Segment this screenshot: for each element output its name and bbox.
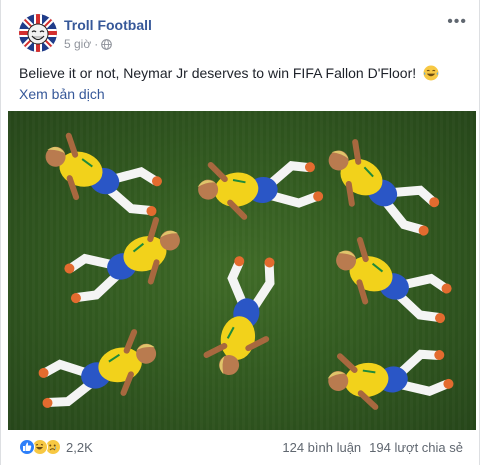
reactions-summary[interactable]: 2,2K: [19, 439, 93, 455]
post-message: Believe it or not, Neymar Jr deserves to…: [19, 65, 417, 81]
tears-of-joy-emoji-icon: [423, 65, 439, 81]
reaction-count: 2,2K: [66, 439, 93, 455]
like-icon: [19, 439, 35, 455]
post-photo[interactable]: [8, 111, 476, 430]
comments-count-link[interactable]: 124 bình luận: [282, 440, 361, 455]
fallen-players-illustration: [8, 111, 476, 430]
post-header: Troll Football 5 giờ · •••: [1, 0, 480, 56]
page-avatar[interactable]: [19, 14, 57, 52]
engagement-stats: 124 bình luận 194 lượt chia sẻ: [282, 440, 463, 455]
globe-icon[interactable]: [101, 38, 113, 50]
post-text: Believe it or not, Neymar Jr deserves to…: [19, 63, 469, 83]
post-options-button[interactable]: •••: [447, 14, 467, 30]
see-translation-link[interactable]: Xem bản dịch: [19, 86, 105, 102]
post-meta: 5 giờ ·: [64, 37, 113, 51]
post-footer: 2,2K 124 bình luận 194 lượt chia sẻ: [1, 430, 480, 465]
meta-separator: ·: [94, 37, 99, 51]
shares-count-link[interactable]: 194 lượt chia sẻ: [369, 440, 463, 455]
facebook-post: Troll Football 5 giờ · ••• Believe it or…: [0, 0, 480, 465]
post-timestamp[interactable]: 5 giờ: [64, 37, 91, 51]
page-name-link[interactable]: Troll Football: [64, 17, 152, 33]
